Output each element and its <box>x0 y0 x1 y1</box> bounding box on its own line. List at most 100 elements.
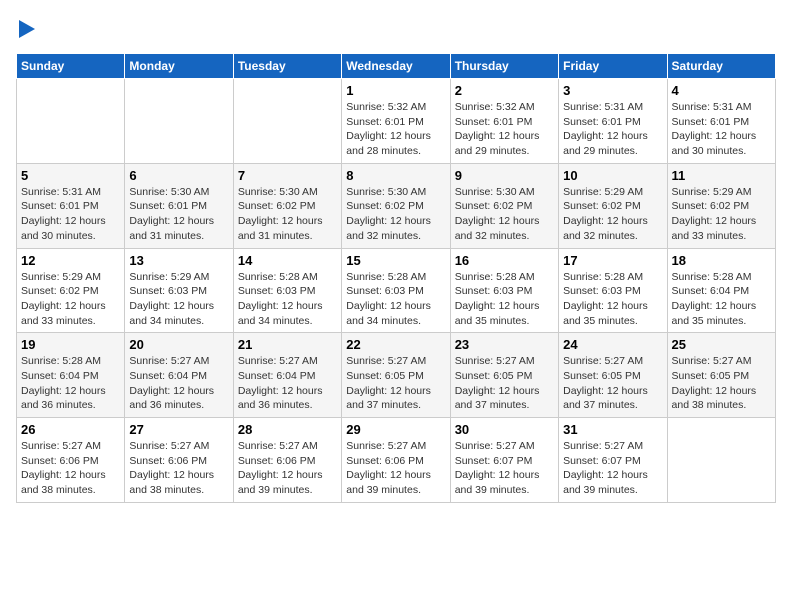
calendar-cell: 6Sunrise: 5:30 AM Sunset: 6:01 PM Daylig… <box>125 163 233 248</box>
calendar-cell: 16 Sunrise: 5:28 AM Sunset: 6:03 PM Dayli… <box>450 248 558 333</box>
day-info: Sunrise: 5:31 AM Sunset: 6:01 PM Dayligh… <box>672 100 771 159</box>
day-info: Sunrise: 5:32 AM Sunset: 6:01 PM Dayligh… <box>455 100 554 159</box>
day-number: 24 <box>563 337 662 352</box>
day-number: 19 <box>21 337 120 352</box>
calendar-header-row: SundayMondayTuesdayWednesdayThursdayFrid… <box>17 54 776 79</box>
day-number: 30 <box>455 422 554 437</box>
day-info: Sunrise: 5:28 AM Sunset: 6:03 PM Dayligh… <box>346 270 445 329</box>
calendar-cell <box>125 79 233 164</box>
day-number: 9 <box>455 168 554 183</box>
calendar-cell: 19 Sunrise: 5:28 AM Sunset: 6:04 PM Dayli… <box>17 333 125 418</box>
day-info: Sunrise: 5:27 AM Sunset: 6:05 PM Dayligh… <box>563 354 662 413</box>
day-info: Sunrise: 5:27 AM Sunset: 6:07 PM Dayligh… <box>455 439 554 498</box>
calendar-cell: 30 Sunrise: 5:27 AM Sunset: 6:07 PM Dayli… <box>450 418 558 503</box>
day-info: Sunrise: 5:30 AM Sunset: 6:02 PM Dayligh… <box>455 185 554 244</box>
col-header-wednesday: Wednesday <box>342 54 450 79</box>
day-number: 6 <box>129 168 228 183</box>
logo-arrow-icon <box>19 18 37 40</box>
day-info: Sunrise: 5:28 AM Sunset: 6:04 PM Dayligh… <box>672 270 771 329</box>
calendar-cell: 3 Sunrise: 5:31 AM Sunset: 6:01 PM Daylig… <box>559 79 667 164</box>
calendar-cell: 12 Sunrise: 5:29 AM Sunset: 6:02 PM Dayli… <box>17 248 125 333</box>
calendar-cell: 20Sunrise: 5:27 AM Sunset: 6:04 PM Dayli… <box>125 333 233 418</box>
calendar-cell: 4 Sunrise: 5:31 AM Sunset: 6:01 PM Daylig… <box>667 79 775 164</box>
day-number: 17 <box>563 253 662 268</box>
week-row-4: 19 Sunrise: 5:28 AM Sunset: 6:04 PM Dayli… <box>17 333 776 418</box>
col-header-monday: Monday <box>125 54 233 79</box>
day-info: Sunrise: 5:27 AM Sunset: 6:06 PM Dayligh… <box>238 439 337 498</box>
day-number: 15 <box>346 253 445 268</box>
col-header-tuesday: Tuesday <box>233 54 341 79</box>
col-header-saturday: Saturday <box>667 54 775 79</box>
calendar-cell: 8 Sunrise: 5:30 AM Sunset: 6:02 PM Daylig… <box>342 163 450 248</box>
calendar-cell: 11 Sunrise: 5:29 AM Sunset: 6:02 PM Dayli… <box>667 163 775 248</box>
calendar-cell: 1 Sunrise: 5:32 AM Sunset: 6:01 PM Daylig… <box>342 79 450 164</box>
day-info: Sunrise: 5:28 AM Sunset: 6:03 PM Dayligh… <box>563 270 662 329</box>
calendar-cell: 13Sunrise: 5:29 AM Sunset: 6:03 PM Dayli… <box>125 248 233 333</box>
day-info: Sunrise: 5:29 AM Sunset: 6:02 PM Dayligh… <box>563 185 662 244</box>
day-number: 10 <box>563 168 662 183</box>
day-info: Sunrise: 5:27 AM Sunset: 6:06 PM Dayligh… <box>129 439 228 498</box>
day-number: 23 <box>455 337 554 352</box>
week-row-1: 1 Sunrise: 5:32 AM Sunset: 6:01 PM Daylig… <box>17 79 776 164</box>
calendar-cell <box>17 79 125 164</box>
calendar-table: SundayMondayTuesdayWednesdayThursdayFrid… <box>16 53 776 503</box>
calendar-cell: 7Sunrise: 5:30 AM Sunset: 6:02 PM Daylig… <box>233 163 341 248</box>
day-info: Sunrise: 5:28 AM Sunset: 6:03 PM Dayligh… <box>238 270 337 329</box>
calendar-cell: 9 Sunrise: 5:30 AM Sunset: 6:02 PM Daylig… <box>450 163 558 248</box>
calendar-cell: 22Sunrise: 5:27 AM Sunset: 6:05 PM Dayli… <box>342 333 450 418</box>
calendar-cell: 24 Sunrise: 5:27 AM Sunset: 6:05 PM Dayli… <box>559 333 667 418</box>
day-info: Sunrise: 5:27 AM Sunset: 6:07 PM Dayligh… <box>563 439 662 498</box>
day-number: 21 <box>238 337 337 352</box>
day-info: Sunrise: 5:29 AM Sunset: 6:03 PM Dayligh… <box>129 270 228 329</box>
day-number: 2 <box>455 83 554 98</box>
day-info: Sunrise: 5:27 AM Sunset: 6:06 PM Dayligh… <box>346 439 445 498</box>
calendar-cell: 25Sunrise: 5:27 AM Sunset: 6:05 PM Dayli… <box>667 333 775 418</box>
day-info: Sunrise: 5:29 AM Sunset: 6:02 PM Dayligh… <box>21 270 120 329</box>
col-header-sunday: Sunday <box>17 54 125 79</box>
calendar-cell: 5 Sunrise: 5:31 AM Sunset: 6:01 PM Daylig… <box>17 163 125 248</box>
day-number: 5 <box>21 168 120 183</box>
day-number: 4 <box>672 83 771 98</box>
day-number: 27 <box>129 422 228 437</box>
calendar-cell: 10 Sunrise: 5:29 AM Sunset: 6:02 PM Dayli… <box>559 163 667 248</box>
day-info: Sunrise: 5:27 AM Sunset: 6:04 PM Dayligh… <box>238 354 337 413</box>
day-number: 12 <box>21 253 120 268</box>
calendar-cell: 15 Sunrise: 5:28 AM Sunset: 6:03 PM Dayli… <box>342 248 450 333</box>
col-header-thursday: Thursday <box>450 54 558 79</box>
day-number: 29 <box>346 422 445 437</box>
day-info: Sunrise: 5:31 AM Sunset: 6:01 PM Dayligh… <box>563 100 662 159</box>
calendar-cell <box>667 418 775 503</box>
week-row-3: 12 Sunrise: 5:29 AM Sunset: 6:02 PM Dayli… <box>17 248 776 333</box>
calendar-cell: 21 Sunrise: 5:27 AM Sunset: 6:04 PM Dayli… <box>233 333 341 418</box>
day-info: Sunrise: 5:30 AM Sunset: 6:02 PM Dayligh… <box>346 185 445 244</box>
logo <box>16 16 37 45</box>
day-number: 31 <box>563 422 662 437</box>
calendar-cell: 14Sunrise: 5:28 AM Sunset: 6:03 PM Dayli… <box>233 248 341 333</box>
calendar-cell: 31 Sunrise: 5:27 AM Sunset: 6:07 PM Dayli… <box>559 418 667 503</box>
week-row-2: 5 Sunrise: 5:31 AM Sunset: 6:01 PM Daylig… <box>17 163 776 248</box>
calendar-cell: 23 Sunrise: 5:27 AM Sunset: 6:05 PM Dayli… <box>450 333 558 418</box>
day-info: Sunrise: 5:29 AM Sunset: 6:02 PM Dayligh… <box>672 185 771 244</box>
day-info: Sunrise: 5:27 AM Sunset: 6:04 PM Dayligh… <box>129 354 228 413</box>
day-number: 18 <box>672 253 771 268</box>
day-number: 1 <box>346 83 445 98</box>
day-info: Sunrise: 5:31 AM Sunset: 6:01 PM Dayligh… <box>21 185 120 244</box>
calendar-cell: 18 Sunrise: 5:28 AM Sunset: 6:04 PM Dayli… <box>667 248 775 333</box>
calendar-cell: 29 Sunrise: 5:27 AM Sunset: 6:06 PM Dayli… <box>342 418 450 503</box>
day-number: 3 <box>563 83 662 98</box>
day-number: 11 <box>672 168 771 183</box>
page-header <box>16 16 776 45</box>
day-number: 8 <box>346 168 445 183</box>
day-info: Sunrise: 5:28 AM Sunset: 6:03 PM Dayligh… <box>455 270 554 329</box>
day-info: Sunrise: 5:27 AM Sunset: 6:05 PM Dayligh… <box>455 354 554 413</box>
day-info: Sunrise: 5:28 AM Sunset: 6:04 PM Dayligh… <box>21 354 120 413</box>
day-info: Sunrise: 5:30 AM Sunset: 6:02 PM Dayligh… <box>238 185 337 244</box>
col-header-friday: Friday <box>559 54 667 79</box>
calendar-cell: 26Sunrise: 5:27 AM Sunset: 6:06 PM Dayli… <box>17 418 125 503</box>
day-info: Sunrise: 5:27 AM Sunset: 6:05 PM Dayligh… <box>672 354 771 413</box>
day-info: Sunrise: 5:27 AM Sunset: 6:06 PM Dayligh… <box>21 439 120 498</box>
day-info: Sunrise: 5:32 AM Sunset: 6:01 PM Dayligh… <box>346 100 445 159</box>
week-row-5: 26Sunrise: 5:27 AM Sunset: 6:06 PM Dayli… <box>17 418 776 503</box>
day-number: 16 <box>455 253 554 268</box>
calendar-cell: 17 Sunrise: 5:28 AM Sunset: 6:03 PM Dayli… <box>559 248 667 333</box>
